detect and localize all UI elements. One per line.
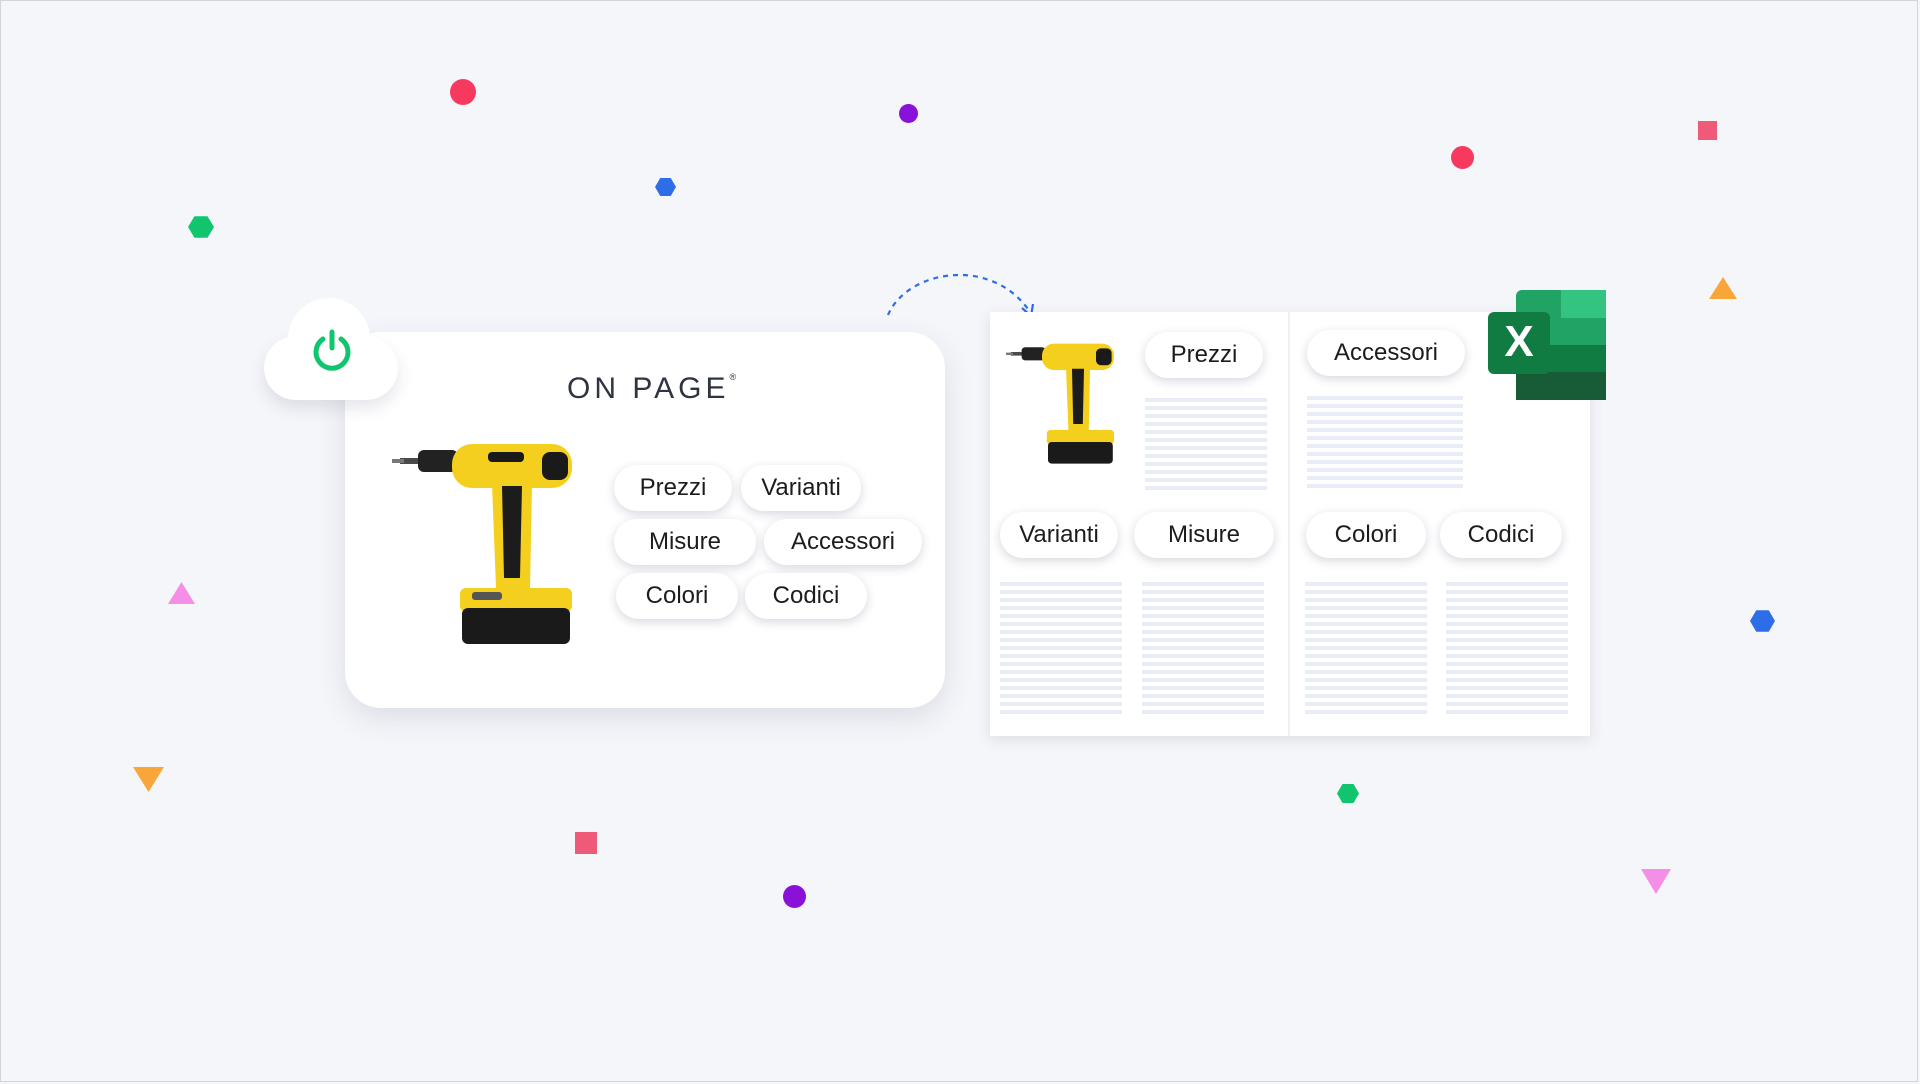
- onpage-logo: ON PAGE®: [567, 372, 737, 405]
- card-tag-codici: Codici: [745, 573, 867, 619]
- placeholder-lines-1: [1145, 398, 1267, 492]
- confetti-pink-square: [1698, 121, 1717, 140]
- sheet-tag-accessori: Accessori: [1307, 330, 1465, 376]
- card-tag-misure: Misure: [614, 519, 756, 565]
- sheet-divider: [1288, 312, 1290, 736]
- card-tag-varianti: Varianti: [741, 465, 861, 511]
- sheet-tag-misure: Misure: [1134, 512, 1274, 558]
- card-tag-prezzi: Prezzi: [614, 465, 732, 511]
- page-frame: [0, 0, 1918, 1082]
- svg-text:X: X: [1504, 317, 1533, 366]
- confetti-pink-circle-2: [1451, 146, 1474, 169]
- card-tag-accessori: Accessori: [764, 519, 922, 565]
- cloud-badge: [262, 298, 402, 402]
- confetti-purple-circle-2: [783, 885, 806, 908]
- placeholder-lines-3: [1000, 582, 1122, 714]
- confetti-pink-square-2: [575, 832, 597, 854]
- dashed-arrow-icon: [886, 273, 1035, 319]
- placeholder-lines-6: [1446, 582, 1568, 714]
- confetti-pink-circle: [450, 79, 476, 105]
- drill-image-small: [1006, 343, 1114, 464]
- placeholder-lines-4: [1142, 582, 1264, 714]
- drill-image: [392, 444, 572, 644]
- card-tag-colori: Colori: [616, 573, 738, 619]
- placeholder-lines-5: [1305, 582, 1427, 714]
- sheet-tag-varianti: Varianti: [1000, 512, 1118, 558]
- sheet-tag-codici: Codici: [1440, 512, 1562, 558]
- confetti-purple-circle: [899, 104, 918, 123]
- power-icon: [313, 329, 351, 371]
- sheet-tag-prezzi: Prezzi: [1145, 332, 1263, 378]
- sheet-tag-colori: Colori: [1306, 512, 1426, 558]
- excel-icon: X: [1488, 290, 1606, 400]
- placeholder-lines-2: [1307, 396, 1463, 488]
